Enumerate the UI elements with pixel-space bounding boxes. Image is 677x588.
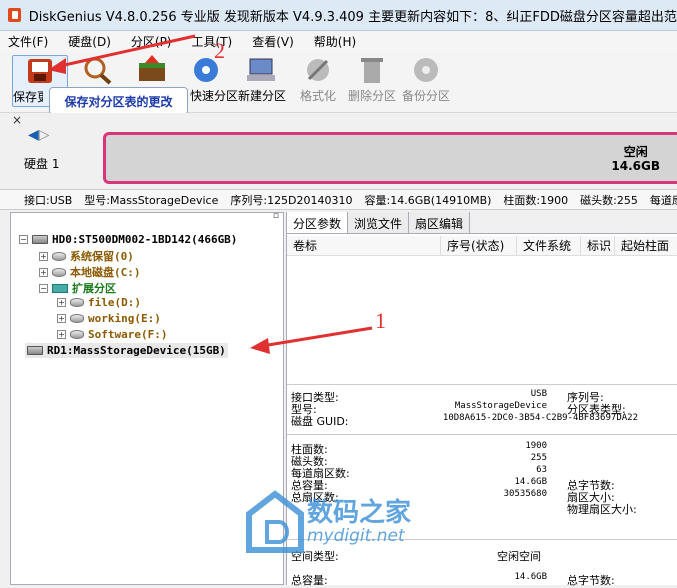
watermark: 数码之家 mydigit.net — [245, 490, 435, 555]
arrow-1-head — [250, 338, 270, 354]
watermark-text: 数码之家 — [307, 498, 412, 528]
annotation-two: 2 — [214, 38, 225, 63]
arrow-1-shaft — [261, 326, 373, 348]
annotation-one: 1 — [375, 308, 386, 333]
watermark-url: mydigit.net — [307, 526, 405, 546]
arrow-2-head — [48, 58, 66, 74]
arrow-2-shaft — [59, 34, 196, 68]
watermark-logo-icon — [246, 490, 304, 553]
